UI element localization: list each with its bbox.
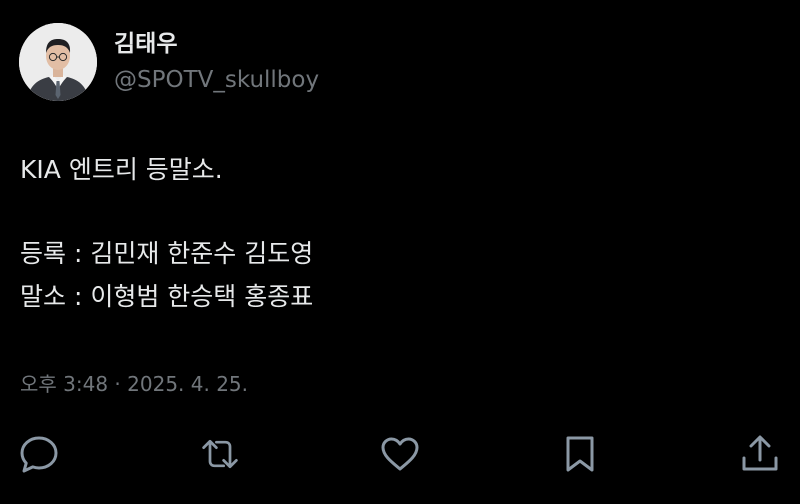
profile-photo (19, 23, 97, 101)
reply-button[interactable] (19, 434, 59, 474)
avatar[interactable] (19, 23, 97, 101)
retweet-icon (202, 439, 238, 469)
display-name[interactable]: 김태우 (114, 30, 177, 58)
user-handle[interactable]: @SPOTV_skullboy (114, 66, 319, 94)
heart-icon (381, 437, 419, 471)
bookmark-button[interactable] (560, 434, 600, 474)
tweet-text-line: 등록 : 김민재 한준수 김도영 (20, 239, 314, 268)
retweet-button[interactable] (200, 434, 240, 474)
like-button[interactable] (380, 434, 420, 474)
tweet-text-line: KIA 엔트리 등말소. (20, 155, 223, 184)
bookmark-icon (566, 436, 594, 472)
share-icon (742, 435, 778, 471)
tweet-timestamp[interactable]: 오후 3:48 · 2025. 4. 25. (20, 371, 248, 397)
tweet-detail: 김태우 @SPOTV_skullboy KIA 엔트리 등말소. 등록 : 김민… (0, 0, 800, 504)
reply-icon (20, 436, 58, 473)
share-button[interactable] (740, 434, 780, 474)
tweet-text-line: 말소 : 이형범 한승택 홍종표 (20, 282, 314, 311)
